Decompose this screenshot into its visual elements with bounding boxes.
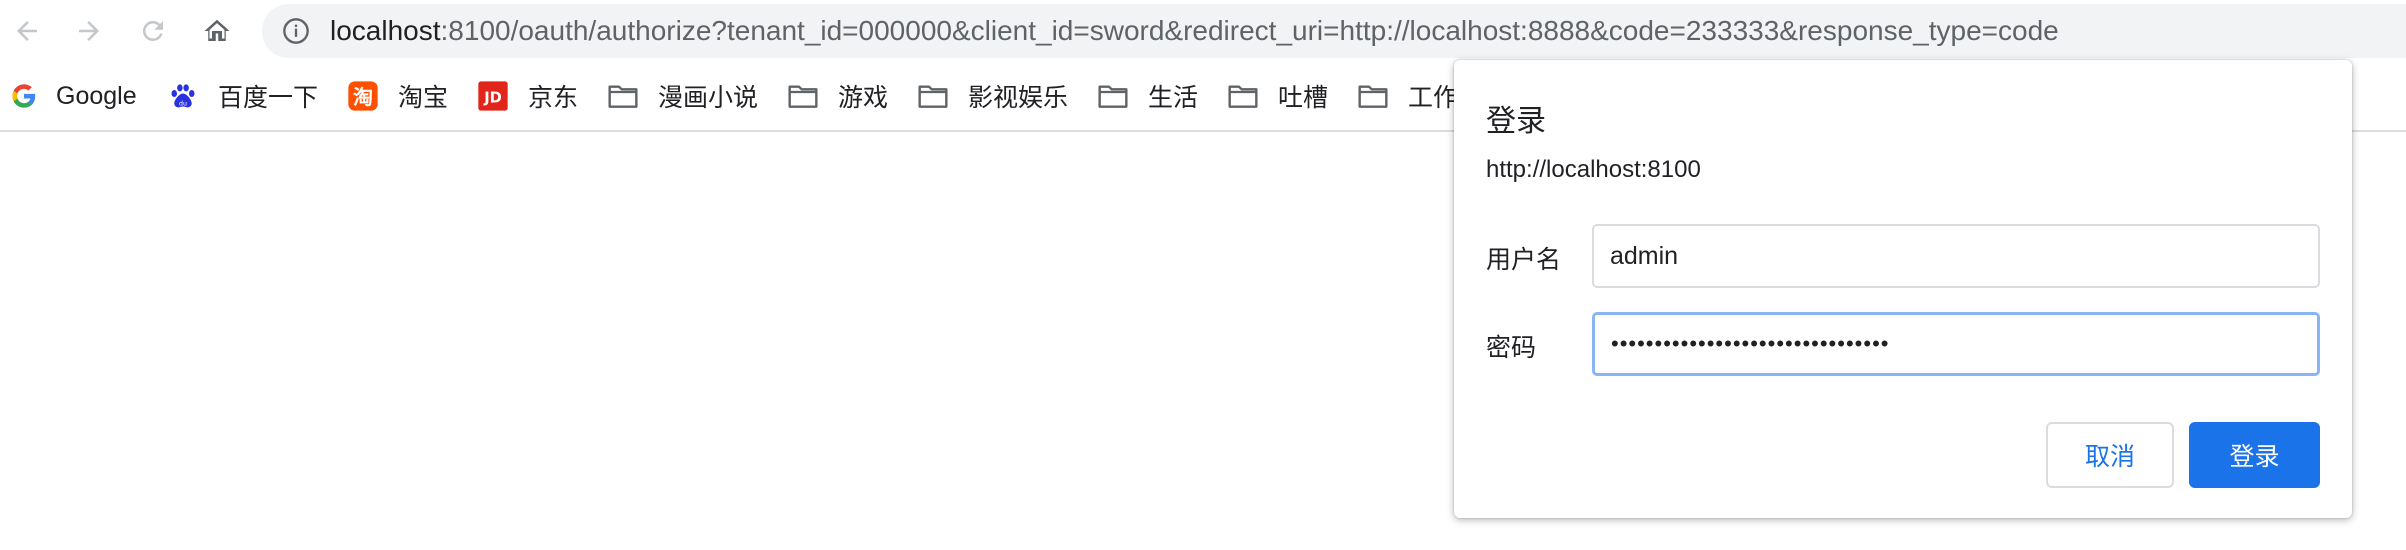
sign-in-button[interactable]: 登录 <box>2189 422 2320 488</box>
address-bar[interactable]: localhost:8100/oauth/authorize?tenant_id… <box>262 4 2406 58</box>
bookmark-google[interactable]: Google <box>10 76 137 116</box>
reload-icon <box>142 20 163 41</box>
taobao-icon: 淘 <box>346 79 380 113</box>
cancel-button[interactable]: 取消 <box>2046 422 2174 488</box>
url-host: localhost <box>330 15 441 46</box>
svg-text:JD: JD <box>483 90 502 107</box>
password-label: 密码 <box>1486 334 1537 362</box>
bookmark-folder-games[interactable]: 游戏 <box>786 76 888 116</box>
folder-icon <box>786 79 820 113</box>
bookmark-baidu[interactable]: du 百度一下 <box>166 76 318 116</box>
dialog-origin: http://localhost:8100 <box>1486 156 1701 183</box>
url-path: :8100/oauth/authorize?tenant_id=000000&c… <box>440 15 2059 46</box>
google-icon <box>10 79 38 113</box>
svg-text:淘: 淘 <box>353 85 373 109</box>
browser-toolbar: localhost:8100/oauth/authorize?tenant_id… <box>0 0 2406 62</box>
bookmark-folder-rant[interactable]: 吐槽 <box>1226 76 1328 116</box>
folder-icon <box>1226 79 1260 113</box>
folder-icon <box>606 79 640 113</box>
baidu-icon: du <box>166 79 200 113</box>
jd-icon: JD <box>476 79 510 113</box>
bookmark-label: 百度一下 <box>218 84 319 112</box>
username-label: 用户名 <box>1486 246 1562 274</box>
bookmark-label: 京东 <box>528 84 579 112</box>
svg-text:du: du <box>179 100 187 107</box>
bookmark-jd[interactable]: JD 京东 <box>476 76 578 116</box>
dialog-title: 登录 <box>1486 105 1546 138</box>
bookmark-label: 漫画小说 <box>658 84 759 112</box>
folder-icon <box>1356 79 1390 113</box>
bookmark-folder-life[interactable]: 生活 <box>1096 76 1198 116</box>
bookmark-taobao[interactable]: 淘 淘宝 <box>346 76 448 116</box>
home-icon <box>204 19 230 41</box>
password-field[interactable]: •••••••••••••••••••••••••••••••• <box>1592 312 2320 376</box>
bookmark-label: 游戏 <box>838 84 889 112</box>
back-button[interactable] <box>4 8 50 54</box>
bookmark-label: 吐槽 <box>1278 84 1329 112</box>
bookmark-label: 影视娱乐 <box>968 84 1069 112</box>
info-icon[interactable] <box>282 17 310 45</box>
bookmark-label: 淘宝 <box>398 84 449 112</box>
bookmark-label: Google <box>56 81 137 110</box>
url-text: localhost:8100/oauth/authorize?tenant_id… <box>330 4 2059 58</box>
folder-icon <box>1096 79 1130 113</box>
arrow-right-icon <box>79 21 99 41</box>
reload-button[interactable] <box>130 8 176 54</box>
bookmark-folder-entertainment[interactable]: 影视娱乐 <box>916 76 1068 116</box>
bookmark-folder-comics[interactable]: 漫画小说 <box>606 76 758 116</box>
arrow-left-icon <box>17 21 37 41</box>
bookmark-label: 生活 <box>1148 84 1199 112</box>
sign-in-dialog: 登录 http://localhost:8100 用户名 密码 ••••••••… <box>1454 60 2352 518</box>
username-field[interactable] <box>1592 224 2320 288</box>
home-button[interactable] <box>194 8 240 54</box>
bookmark-folder-work[interactable]: 工作 <box>1356 76 1458 116</box>
folder-icon <box>916 79 950 113</box>
bookmark-label: 工作 <box>1408 84 1459 112</box>
forward-button[interactable] <box>66 8 112 54</box>
